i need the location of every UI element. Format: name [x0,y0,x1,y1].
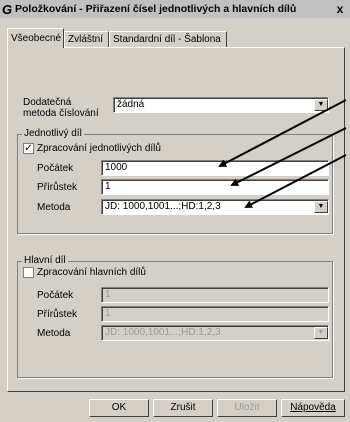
arrow-to-start [218,99,347,167]
arrow-to-increment [230,127,347,186]
annotation-arrows [218,99,347,208]
tab-general[interactable]: Všeobecné [7,28,64,48]
arrow-to-method [244,154,347,208]
